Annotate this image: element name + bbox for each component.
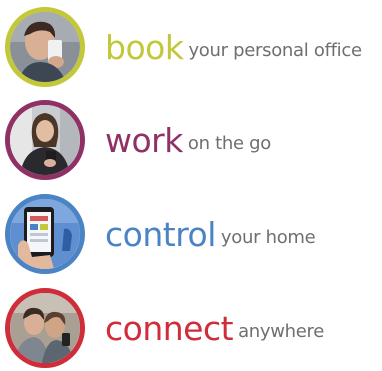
- feature-row-control: control your home: [0, 191, 382, 277]
- caption-rest-work: on the go: [187, 133, 272, 154]
- caption-rest-connect: anywhere: [238, 321, 325, 342]
- keyword-work: work: [105, 120, 183, 160]
- feature-caption-book: book your personal office: [105, 4, 362, 90]
- person-with-phone-photo: [5, 7, 85, 87]
- keyword-book: book: [105, 27, 184, 67]
- feature-caption-connect: connect anywhere: [105, 285, 324, 371]
- feature-caption-work: work on the go: [105, 97, 271, 183]
- woman-with-phone-photo: [5, 100, 85, 180]
- caption-rest-book: your personal office: [188, 40, 362, 61]
- feature-caption-control: control your home: [105, 191, 316, 277]
- feature-row-work: work on the go: [0, 97, 382, 183]
- keyword-control: control: [105, 214, 216, 254]
- keyword-connect: connect: [105, 308, 234, 348]
- caption-rest-control: your home: [220, 227, 316, 248]
- people-taking-selfie-photo: [5, 288, 85, 368]
- feature-row-book: book your personal office: [0, 4, 382, 90]
- feature-row-connect: connect anywhere: [0, 285, 382, 371]
- hand-holding-phone-photo: [5, 194, 85, 274]
